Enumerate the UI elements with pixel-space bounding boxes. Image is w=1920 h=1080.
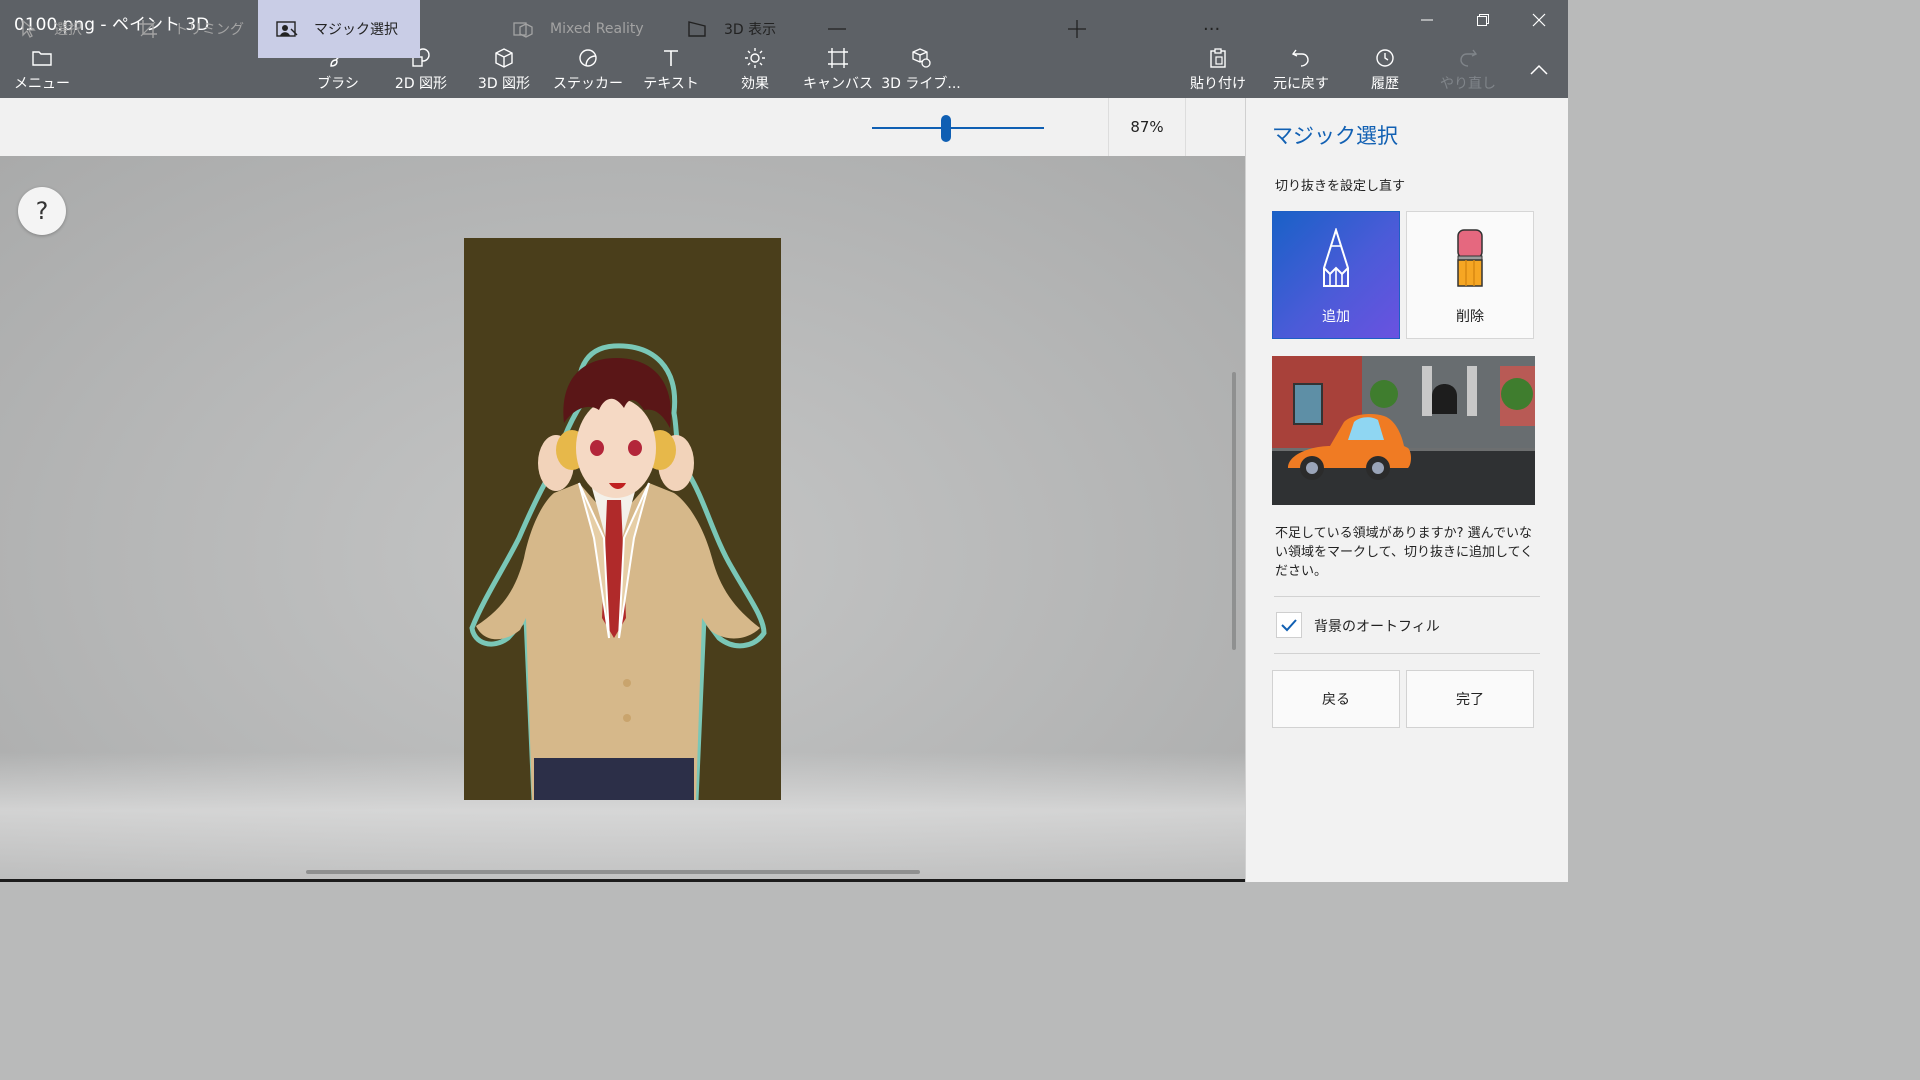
add-area-button[interactable]: 追加 (1272, 211, 1400, 339)
3d-view-button[interactable]: 3D 表示 (686, 0, 776, 58)
crop-button[interactable]: トリミング (138, 0, 244, 58)
zoom-slider-thumb[interactable] (940, 115, 951, 142)
magic-select-label: マジック選択 (314, 22, 398, 38)
checkmark-icon (1281, 619, 1297, 632)
tool-sticker-label: ステッカー (553, 76, 623, 92)
eraser-pencil-icon (1455, 212, 1485, 306)
redo-label: やり直し (1440, 76, 1496, 92)
panel-subtitle: 切り抜きを設定し直す (1275, 179, 1406, 194)
pencil-outline-icon (1319, 212, 1353, 306)
horizontal-scrollbar[interactable] (306, 870, 920, 874)
undo-button[interactable]: 元に戻す (1273, 46, 1329, 94)
3d-view-icon (686, 19, 708, 39)
car-illustration (1272, 356, 1535, 505)
minimize-icon (1421, 19, 1433, 21)
secondary-toolbar (0, 98, 1245, 156)
history-button[interactable]: 履歴 (1368, 46, 1402, 94)
remove-area-button[interactable]: 削除 (1406, 211, 1534, 339)
more-options-button[interactable]: ··· (1203, 0, 1220, 58)
tool-3d-library[interactable]: 3D ライブ... (881, 46, 961, 94)
help-icon: ? (35, 197, 49, 225)
minimize-button[interactable] (1404, 6, 1450, 34)
canvas-image[interactable] (464, 238, 781, 800)
restore-button[interactable] (1460, 6, 1506, 34)
select-button[interactable]: 選択 (20, 0, 82, 58)
close-button[interactable] (1516, 6, 1562, 34)
select-label: 選択 (54, 22, 82, 38)
mixed-reality-button[interactable]: Mixed Reality (512, 0, 644, 58)
back-button[interactable]: 戻る (1272, 670, 1400, 728)
panel-description: 不足している領域がありますか? 選んでいない領域をマークして、切り抜きに追加して… (1275, 526, 1534, 579)
chevron-up-icon (1530, 64, 1548, 75)
zoom-percentage[interactable]: 87% (1108, 98, 1186, 156)
text-icon (660, 46, 682, 70)
tool-canvas-label: キャンバス (803, 76, 873, 92)
tool-text-label: テキスト (643, 76, 699, 92)
undo-label: 元に戻す (1273, 76, 1329, 92)
tool-brush-label: ブラシ (317, 76, 359, 92)
magic-select-panel: マジック選択 切り抜きを設定し直す 追加 削除 不足している領域がありますか? … (1245, 98, 1568, 882)
canvas-workspace[interactable]: ? (0, 156, 1245, 882)
3d-library-icon (910, 46, 932, 70)
autofill-checkbox[interactable] (1276, 612, 1302, 638)
vertical-scrollbar[interactable] (1232, 372, 1236, 650)
history-label: 履歴 (1371, 76, 1399, 92)
history-icon (1374, 46, 1396, 70)
magic-select-button[interactable]: マジック選択 (258, 0, 420, 58)
magic-select-icon (276, 19, 298, 39)
divider (1274, 653, 1540, 654)
add-area-label: 追加 (1322, 309, 1350, 325)
tool-effects-label: 効果 (741, 76, 769, 92)
panel-title: マジック選択 (1272, 124, 1398, 148)
zoom-slider-track[interactable] (872, 127, 1044, 129)
collapse-toolbar-button[interactable] (1516, 56, 1562, 84)
taskbar-edge (0, 879, 1245, 882)
tool-2d-shapes-label: 2D 図形 (394, 76, 448, 92)
minus-icon (828, 28, 846, 30)
plus-icon (1068, 20, 1086, 38)
remove-area-label: 削除 (1456, 309, 1484, 325)
cursor-icon (20, 19, 38, 39)
done-button[interactable]: 完了 (1406, 670, 1534, 728)
zoom-in-button[interactable] (1066, 0, 1088, 58)
autofill-label: 背景のオートフィル (1314, 619, 1440, 635)
help-button[interactable]: ? (18, 187, 66, 235)
redo-button[interactable]: やり直し (1440, 46, 1496, 94)
crop-label: トリミング (174, 22, 244, 38)
divider (1274, 596, 1540, 597)
restore-icon (1477, 14, 1489, 26)
zoom-out-button[interactable] (826, 0, 848, 58)
paste-label: 貼り付け (1190, 76, 1246, 92)
mixed-reality-icon (512, 19, 534, 39)
tool-3d-library-label: 3D ライブ... (881, 76, 961, 92)
anime-character-image (469, 343, 767, 800)
redo-icon (1457, 46, 1479, 70)
tool-3d-shapes-label: 3D 図形 (477, 76, 531, 92)
close-icon (1532, 13, 1546, 27)
mixed-reality-label: Mixed Reality (550, 21, 644, 37)
more-icon: ··· (1203, 18, 1221, 40)
menu-label: メニュー (14, 76, 70, 92)
undo-icon (1290, 46, 1312, 70)
crop-icon (138, 19, 158, 39)
3d-view-label: 3D 表示 (724, 22, 777, 38)
